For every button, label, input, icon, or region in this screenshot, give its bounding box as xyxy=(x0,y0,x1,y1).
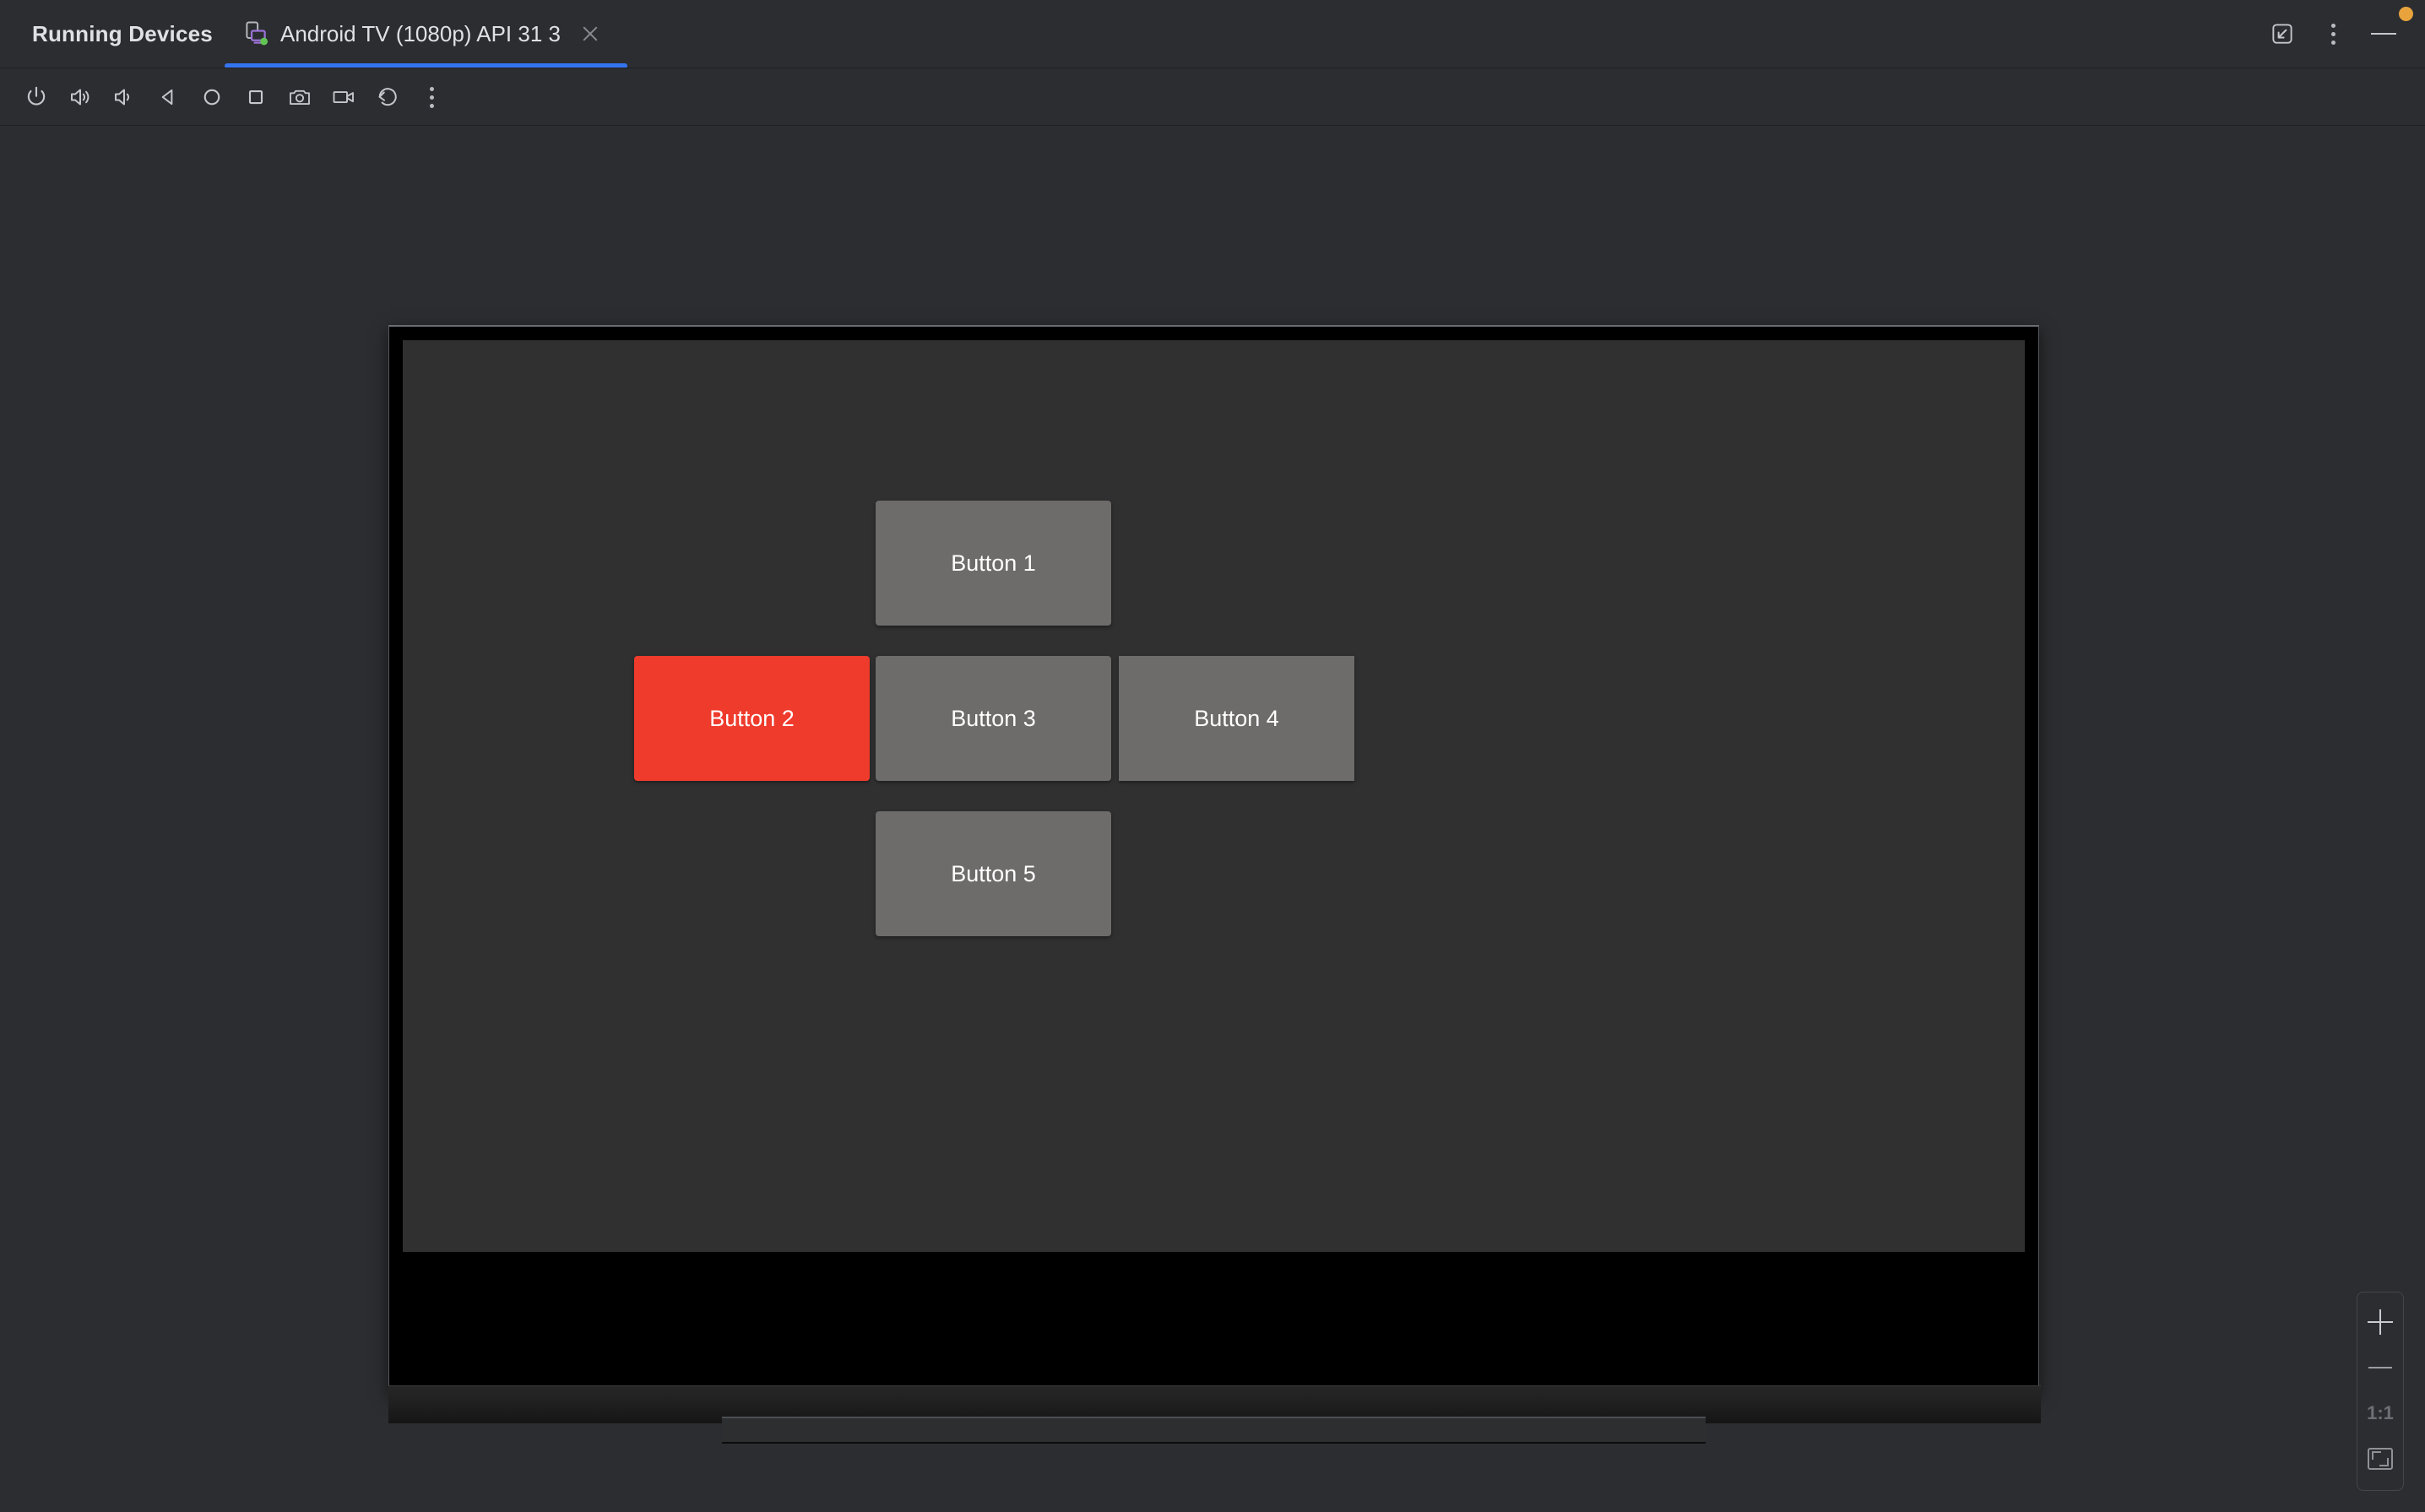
camera-icon xyxy=(290,89,310,105)
overview-square-icon xyxy=(248,89,263,105)
tv-device-screen[interactable]: Button 1 Button 2 Button 3 Button 4 Butt… xyxy=(403,340,2025,1252)
device-tab-label: Android TV (1080p) API 31 3 xyxy=(280,20,561,46)
close-icon[interactable] xyxy=(579,23,601,45)
volume-down-button[interactable] xyxy=(103,76,145,118)
zoom-in-button[interactable] xyxy=(2357,1299,2403,1345)
fit-to-screen-button[interactable] xyxy=(2357,1436,2403,1482)
running-devices-window: Running Devices Android TV (1080p) API 3… xyxy=(0,0,2425,1512)
tool-window-title: Running Devices xyxy=(32,20,213,46)
app-button-3-label: Button 3 xyxy=(951,705,1036,731)
power-button[interactable] xyxy=(15,76,57,118)
app-button-grid: Button 1 Button 2 Button 3 Button 4 Butt… xyxy=(403,340,2025,1252)
back-button[interactable] xyxy=(147,76,189,118)
app-button-4-label: Button 4 xyxy=(1194,705,1279,731)
minus-icon xyxy=(2371,33,2396,35)
device-toolbar xyxy=(0,68,2425,126)
tab-bar: Running Devices Android TV (1080p) API 3… xyxy=(0,0,2425,68)
device-stage: Button 1 Button 2 Button 3 Button 4 Butt… xyxy=(0,126,2425,1512)
toolbar-more-button[interactable] xyxy=(410,76,453,118)
move-to-bottom-left-button[interactable] xyxy=(2260,11,2305,57)
overview-button[interactable] xyxy=(235,76,277,118)
actual-size-button[interactable]: 1:1 xyxy=(2357,1390,2403,1436)
plus-icon xyxy=(2368,1309,2393,1335)
app-button-5-label: Button 5 xyxy=(951,860,1036,886)
rotate-left-icon xyxy=(378,88,397,106)
app-button-3[interactable]: Button 3 xyxy=(876,656,1111,781)
zoom-out-button[interactable] xyxy=(2357,1345,2403,1390)
app-button-2-label: Button 2 xyxy=(709,705,795,731)
app-button-5[interactable]: Button 5 xyxy=(876,811,1111,936)
vertical-dots-icon xyxy=(429,86,434,108)
device-tv-icon xyxy=(241,19,270,48)
more-options-button[interactable] xyxy=(2310,11,2356,57)
back-triangle-icon xyxy=(161,89,173,106)
video-camera-icon xyxy=(333,91,354,103)
minus-icon xyxy=(2368,1367,2392,1368)
volume-down-icon xyxy=(115,89,130,106)
app-button-1-label: Button 1 xyxy=(951,550,1036,576)
app-button-1[interactable]: Button 1 xyxy=(876,501,1111,626)
tv-device-stand xyxy=(722,1417,1706,1444)
volume-up-icon xyxy=(71,89,90,106)
home-button[interactable] xyxy=(191,76,233,118)
app-button-2[interactable]: Button 2 xyxy=(634,656,870,781)
volume-up-button[interactable] xyxy=(59,76,101,118)
app-button-4[interactable]: Button 4 xyxy=(1119,656,1354,781)
actual-size-label: 1:1 xyxy=(2367,1402,2394,1423)
power-icon xyxy=(27,86,46,106)
home-circle-icon xyxy=(203,89,220,106)
rotate-button[interactable] xyxy=(366,76,409,118)
fit-to-screen-icon xyxy=(2368,1448,2393,1470)
notification-dot xyxy=(2399,7,2413,21)
screenshot-button[interactable] xyxy=(279,76,321,118)
vertical-dots-icon xyxy=(2330,23,2335,45)
zoom-controls: 1:1 xyxy=(2357,1292,2404,1491)
record-button[interactable] xyxy=(323,76,365,118)
tv-device-frame: Button 1 Button 2 Button 3 Button 4 Butt… xyxy=(388,325,2039,1393)
device-tab[interactable]: Android TV (1080p) API 31 3 xyxy=(226,0,615,68)
